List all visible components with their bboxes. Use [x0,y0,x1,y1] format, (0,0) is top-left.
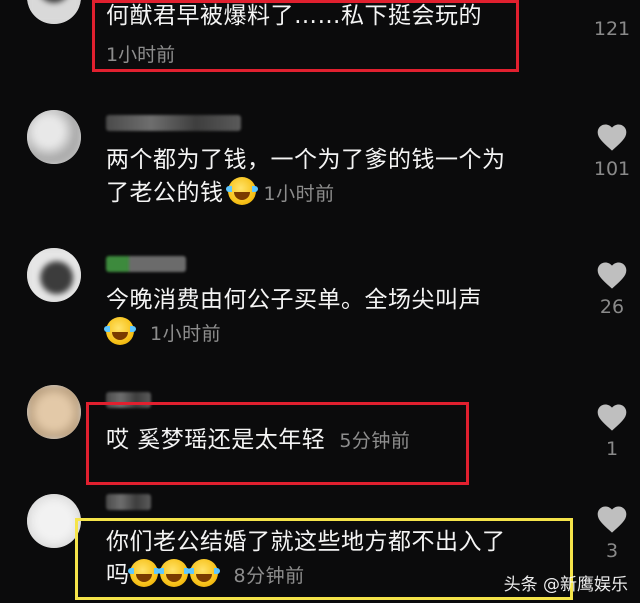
avatar[interactable] [27,248,81,302]
highlight-box-yellow [75,518,573,600]
like-count: 3 [605,540,619,562]
username-blurred[interactable] [106,256,186,272]
laughing-tears-emoji-icon [104,317,136,345]
comment-item[interactable]: 两个都为了钱，一个为了爹的钱一个为 了老公的钱 1小时前 101 [0,100,640,230]
like-button[interactable]: 1 [582,402,640,460]
comment-time: 1小时前 [263,183,335,205]
like-button[interactable]: 3 [582,504,640,562]
watermark: 头条 @新鹰娱乐 [503,575,628,595]
highlight-box-red [86,402,469,485]
avatar[interactable] [27,110,81,164]
like-count: 121 [593,18,631,40]
like-count: 26 [599,296,625,318]
avatar[interactable] [27,0,81,24]
laughing-tears-emoji-icon [225,177,258,205]
avatar[interactable] [27,494,81,548]
comment-text: 两个都为了钱，一个为了爹的钱一个为 了老公的钱 1小时前 [106,144,506,211]
comment-text-line: 两个都为了钱，一个为了爹的钱一个为 [106,147,506,173]
comment-text-line: 今晚消费由何公子买单。全场尖叫声 [106,287,482,313]
heart-icon[interactable] [595,122,629,152]
heart-icon[interactable] [595,260,629,290]
comment-time: 1小时前 [150,323,222,345]
username-blurred[interactable] [106,494,151,510]
like-button[interactable]: 121 [582,0,640,40]
highlight-box-red [92,0,519,72]
comment-text: 今晚消费由何公子买单。全场尖叫声 1小时前 [104,284,482,351]
comment-item[interactable]: 今晚消费由何公子买单。全场尖叫声 1小时前 26 [0,238,640,358]
avatar[interactable] [27,385,81,439]
like-button[interactable]: 101 [582,122,640,180]
comment-text-line: 了老公的钱 [106,180,224,206]
like-count: 1 [605,438,619,460]
heart-icon[interactable] [595,504,629,534]
heart-icon[interactable] [595,402,629,432]
username-blurred[interactable] [106,115,241,131]
like-button[interactable]: 26 [582,260,640,318]
like-count: 101 [593,158,631,180]
